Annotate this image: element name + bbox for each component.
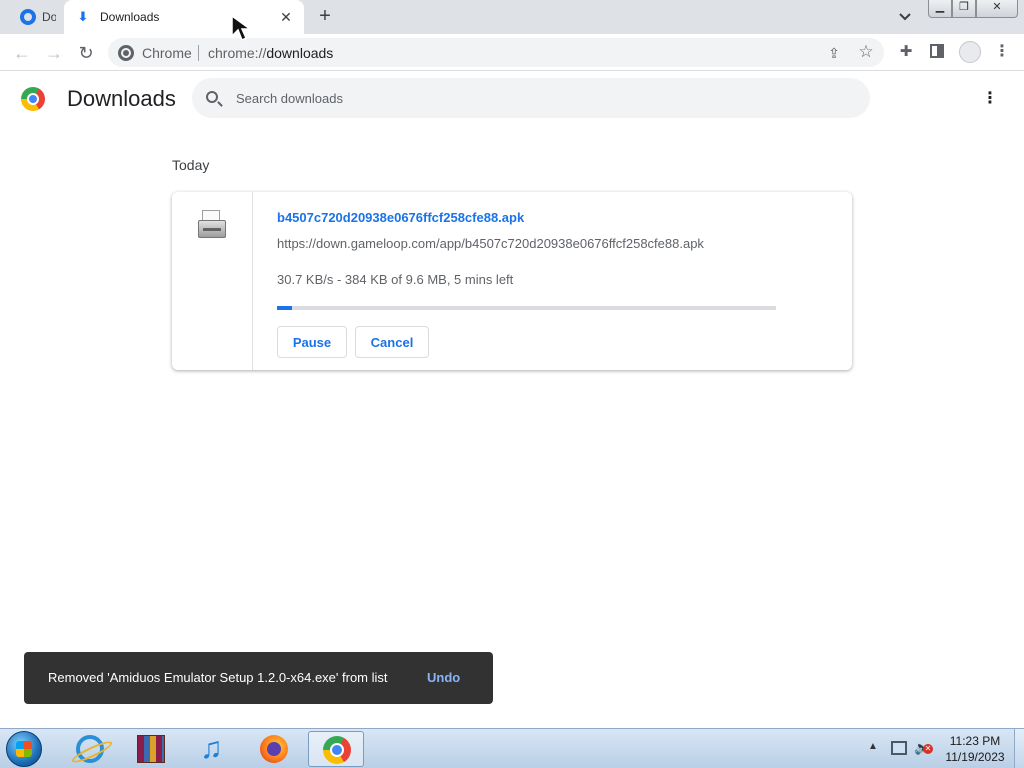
search-input[interactable] — [236, 88, 836, 108]
window-maximize-button[interactable]: ❐ — [952, 0, 976, 18]
itunes-note-icon: ♫ — [200, 732, 223, 765]
internet-explorer-icon — [76, 735, 104, 763]
file-name-link[interactable]: b4507c720d20938e0676ffcf258cfe88.apk — [277, 210, 524, 225]
extensions-puzzle-icon[interactable]: ✚ — [896, 42, 916, 62]
window-minimize-button[interactable]: ▁ — [928, 0, 952, 18]
chrome-secure-icon[interactable] — [118, 45, 134, 61]
more-actions-icon[interactable]: ⋮ — [980, 88, 1000, 110]
tab-search-chevron-icon[interactable] — [895, 6, 915, 26]
section-date: Today — [172, 157, 210, 173]
search-icon — [206, 91, 218, 103]
start-button[interactable] — [6, 731, 42, 767]
browser-toolbar: ← → ↻ Chrome chrome://downloads ⇪ ☆ ✚ ⋮ — [0, 34, 1024, 71]
file-icon-column — [172, 192, 253, 370]
clock-date: 11/19/2023 — [945, 750, 1005, 764]
forward-arrow-icon[interactable]: → — [41, 40, 67, 66]
new-tab-button[interactable]: + — [313, 5, 337, 29]
page-title: Downloads — [67, 86, 176, 111]
url-scheme: chrome:// — [208, 45, 267, 61]
download-item-card: b4507c720d20938e0676ffcf258cfe88.apk htt… — [172, 192, 852, 370]
tab-label: Do — [42, 10, 56, 24]
profile-avatar[interactable] — [959, 41, 981, 63]
window-close-button[interactable]: ✕ — [976, 0, 1018, 18]
removed-toast: Removed 'Amiduos Emulator Setup 1.2.0-x6… — [24, 652, 493, 704]
browser-menu-icon[interactable]: ⋮ — [992, 41, 1012, 63]
cancel-button[interactable]: Cancel — [355, 326, 429, 358]
taskbar-chrome[interactable] — [308, 731, 364, 767]
tab-strip: Do ⬇ Downloads ✕ + ▁ ❐ ✕ — [0, 0, 1024, 34]
taskbar-internet-explorer[interactable] — [62, 731, 118, 767]
volume-muted-icon[interactable]: 🔈✕ — [914, 740, 933, 756]
chrome-page-icon — [20, 9, 36, 25]
taskbar-itunes[interactable]: ♫ — [184, 731, 240, 767]
download-progress-bar — [277, 306, 776, 310]
undo-button[interactable]: Undo — [427, 670, 460, 685]
download-progress-fill — [277, 306, 292, 310]
downloads-header: Downloads ⋮ — [0, 72, 1024, 128]
firefox-icon — [260, 735, 288, 763]
winrar-icon — [137, 735, 165, 763]
windows-taskbar: ♫ ▲ 🔈✕ 11:23 PM 11/19/2023 — [0, 728, 1024, 768]
tray-expand-icon[interactable]: ▲ — [868, 741, 878, 752]
url-text[interactable]: chrome://downloads — [208, 45, 333, 61]
download-status: 30.7 KB/s - 384 KB of 9.6 MB, 5 mins lef… — [277, 272, 514, 287]
back-arrow-icon[interactable]: ← — [9, 40, 35, 66]
file-source-url[interactable]: https://down.gameloop.com/app/b4507c720d… — [277, 236, 704, 251]
download-icon: ⬇ — [77, 9, 89, 24]
address-bar[interactable]: Chrome chrome://downloads ⇪ ☆ — [108, 38, 884, 67]
pause-button[interactable]: Pause — [277, 326, 347, 358]
taskbar-clock[interactable]: 11:23 PM 11/19/2023 — [940, 733, 1010, 765]
omnibox-divider — [198, 45, 199, 61]
omnibox-label: Chrome — [142, 45, 192, 61]
bookmark-star-icon[interactable]: ☆ — [856, 42, 876, 62]
toast-message: Removed 'Amiduos Emulator Setup 1.2.0-x6… — [48, 670, 388, 685]
share-icon[interactable]: ⇪ — [824, 43, 844, 63]
show-desktop-button[interactable] — [1014, 729, 1024, 768]
taskbar-firefox[interactable] — [246, 731, 302, 767]
side-panel-icon[interactable] — [930, 44, 944, 58]
tab-inactive[interactable]: Do — [10, 0, 64, 34]
chrome-icon — [323, 736, 351, 764]
file-type-icon — [198, 210, 226, 240]
clock-time: 11:23 PM — [949, 734, 1001, 748]
url-host: downloads — [266, 45, 334, 61]
search-box[interactable] — [192, 78, 870, 118]
taskbar-winrar[interactable] — [123, 731, 179, 767]
mouse-cursor-icon — [231, 14, 253, 42]
network-icon[interactable] — [891, 741, 907, 755]
reload-icon[interactable]: ↻ — [73, 40, 99, 66]
tab-downloads[interactable]: ⬇ Downloads ✕ — [64, 0, 304, 34]
chrome-logo-icon — [21, 87, 45, 111]
tab-close-button[interactable]: ✕ — [276, 7, 296, 27]
